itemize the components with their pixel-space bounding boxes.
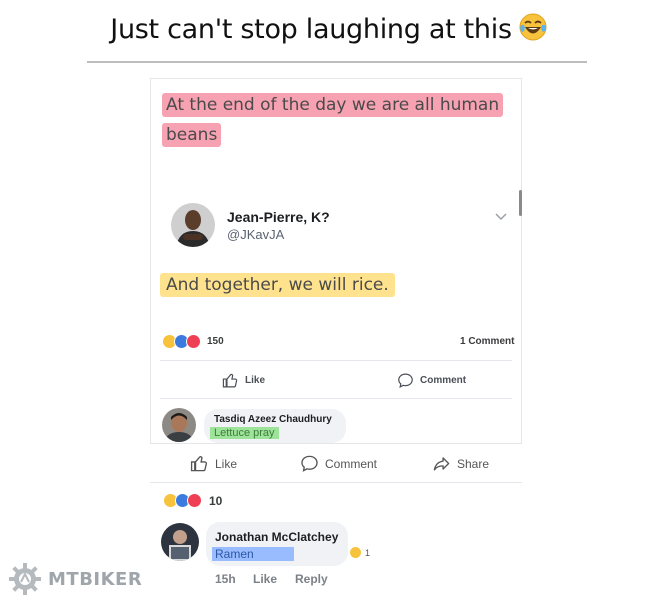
comment-icon xyxy=(301,455,318,472)
post-text: At the end of the day we are all human b… xyxy=(162,90,504,150)
share-button[interactable]: Share xyxy=(432,454,489,473)
main-comment-bubble: Jonathan McClatchey Ramen xyxy=(206,522,348,566)
author-handle[interactable]: @JKavJA xyxy=(227,227,284,242)
laughing-tears-emoji-icon xyxy=(519,13,547,41)
commenter-avatar[interactable] xyxy=(162,408,196,442)
inner-reactions[interactable]: 150 xyxy=(162,334,224,349)
commenter-photo-icon xyxy=(162,408,196,442)
reply-text: And together, we will rice. xyxy=(160,270,395,300)
like-label: Like xyxy=(215,456,238,471)
share-icon xyxy=(433,457,450,471)
watermark-text: MTBIKER xyxy=(48,568,143,590)
love-reaction-icon xyxy=(187,493,202,508)
comment-reply-link[interactable]: Reply xyxy=(295,572,328,586)
main-commenter-photo-icon xyxy=(161,523,199,561)
post-text-highlight: At the end of the day we are all human b… xyxy=(162,93,504,147)
card-divider xyxy=(160,360,512,361)
comment-icon xyxy=(398,373,413,388)
scrollbar[interactable] xyxy=(519,190,522,216)
love-reaction-icon xyxy=(186,334,201,349)
avatar[interactable] xyxy=(171,203,215,247)
author-name[interactable]: Jean-Pierre, K? xyxy=(227,209,330,225)
main-comment-reactions[interactable]: 1 xyxy=(349,546,370,559)
first-comment-text: Lettuce pray xyxy=(210,427,279,439)
avatar-photo-icon xyxy=(171,203,215,247)
main-comment-text: Ramen xyxy=(212,547,294,561)
watermark: MTBIKER xyxy=(8,562,142,596)
main-comment-author[interactable]: Jonathan McClatchey xyxy=(215,530,338,544)
caption-text: Just can't stop laughing at this xyxy=(110,14,512,45)
first-comment-author[interactable]: Tasdiq Azeez Chaudhury xyxy=(214,414,332,425)
outer-divider xyxy=(150,482,522,483)
outer-reaction-count: 10 xyxy=(209,493,223,508)
first-comment-bubble: Tasdiq Azeez Chaudhury Lettuce pray xyxy=(204,409,346,443)
thumbs-up-icon xyxy=(190,456,207,472)
reaction-count: 150 xyxy=(207,336,224,347)
comment-label: Comment xyxy=(325,456,378,471)
card-comment-label: Comment xyxy=(420,375,467,386)
comment-button[interactable]: Comment xyxy=(300,454,377,473)
like-button[interactable]: Like xyxy=(190,454,237,473)
card-like-button[interactable]: Like xyxy=(222,372,265,389)
haha-reaction-icon xyxy=(349,546,362,559)
meme-caption: Just can't stop laughing at this xyxy=(0,12,658,45)
comment-count[interactable]: 1 Comment xyxy=(460,336,514,347)
outer-reactions[interactable]: 10 xyxy=(163,493,222,508)
card-comment-button[interactable]: Comment xyxy=(397,372,466,389)
card-divider-2 xyxy=(160,398,512,399)
reply-text-highlight: And together, we will rice. xyxy=(160,273,395,297)
caption-divider xyxy=(87,61,587,63)
gear-logo-icon xyxy=(9,563,41,595)
comment-timestamp: 15h xyxy=(215,572,236,586)
thumbs-up-icon xyxy=(222,373,238,388)
chevron-down-icon[interactable] xyxy=(495,213,507,221)
share-label: Share xyxy=(457,456,490,471)
main-commenter-avatar[interactable] xyxy=(161,523,199,561)
comment-like-link[interactable]: Like xyxy=(253,572,277,586)
main-comment-reaction-count: 1 xyxy=(365,547,371,558)
card-like-label: Like xyxy=(245,375,266,386)
